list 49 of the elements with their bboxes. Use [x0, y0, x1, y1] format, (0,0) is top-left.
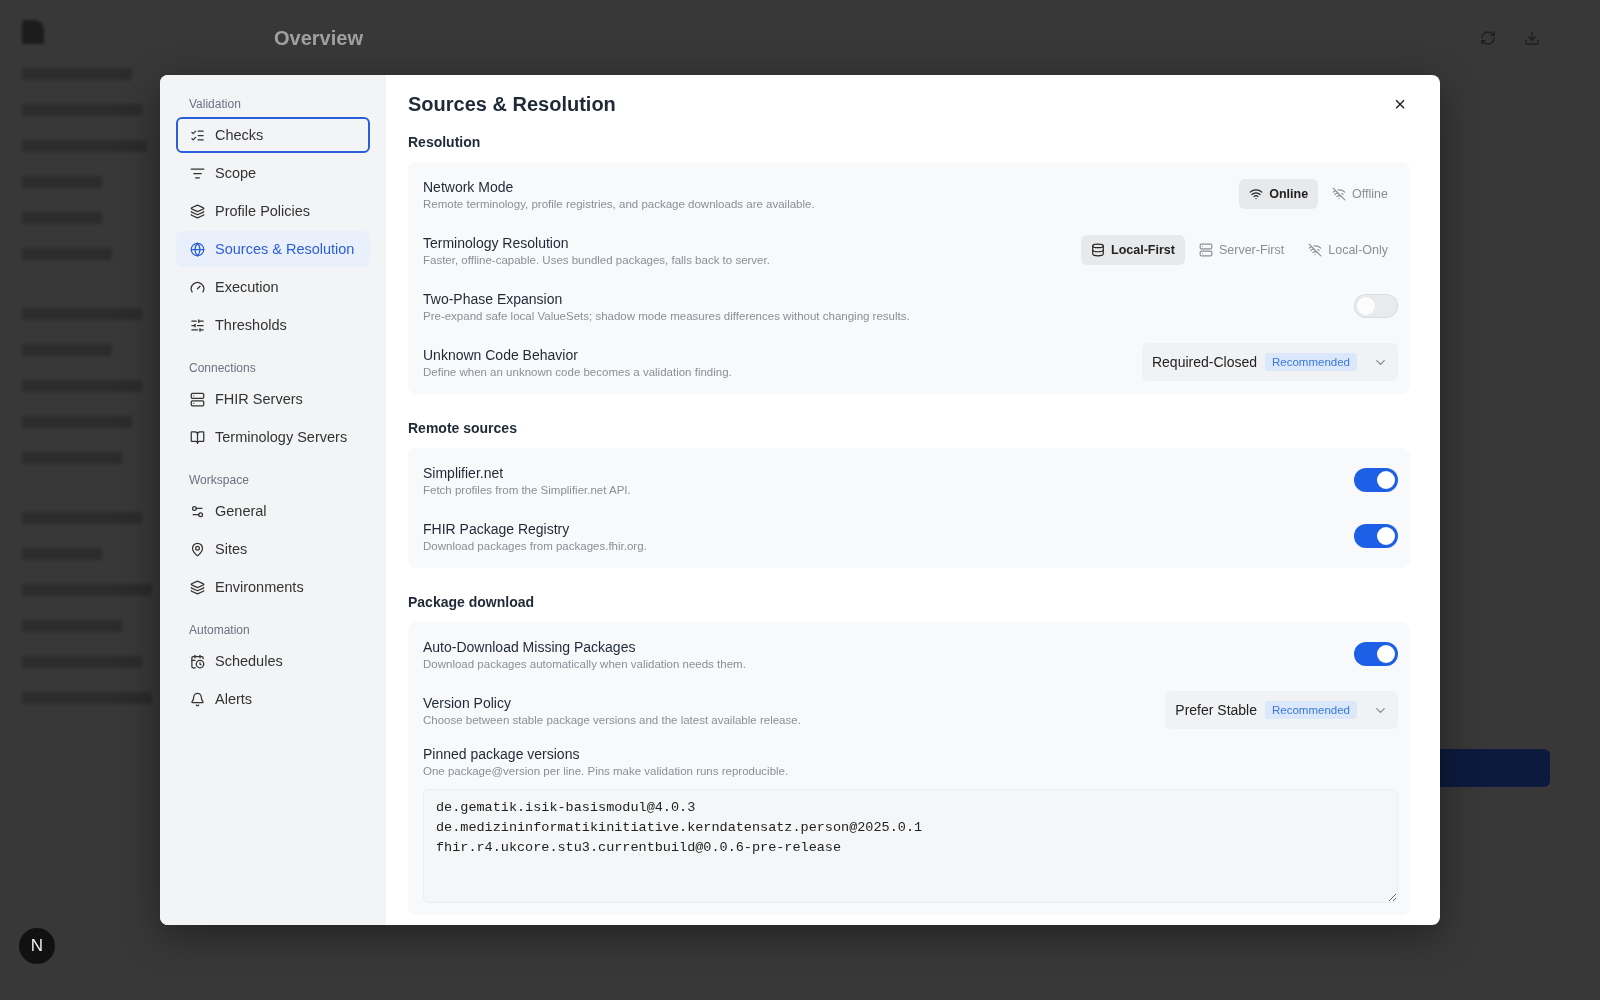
- nav-section-heading: Workspace: [188, 473, 250, 487]
- close-button[interactable]: ×: [1390, 93, 1410, 116]
- nav-item[interactable]: Sources & Resolution: [176, 231, 370, 267]
- setting-description: Choose between stable package versions and the latest available release.: [423, 713, 801, 726]
- setting-title: Network Mode: [423, 178, 515, 195]
- nav-item[interactable]: Checks: [176, 117, 370, 153]
- page-title: Overview: [274, 26, 363, 50]
- setting-title: Pinned package versions: [423, 746, 581, 762]
- setting-title: Two-Phase Expansion: [423, 290, 564, 307]
- setting-description: Fetch profiles from the Simplifier.net API.: [423, 483, 631, 496]
- setting-title: Unknown Code Behavior: [423, 346, 579, 363]
- dialog-title: Sources & Resolution: [408, 93, 616, 116]
- segment-option[interactable]: Online: [1239, 179, 1319, 209]
- nav-item[interactable]: Thresholds: [176, 307, 370, 343]
- section-heading: Resolution: [408, 134, 482, 150]
- segment-option[interactable]: Local-First: [1081, 235, 1185, 265]
- select-dropdown[interactable]: Prefer Stable Recommended: [1165, 691, 1398, 729]
- nav-item[interactable]: Sites: [176, 531, 370, 567]
- setting-description: Download packages from packages.fhir.org.: [423, 539, 647, 552]
- setting-title: Version Policy: [423, 694, 512, 711]
- nav-item[interactable]: Profile Policies: [176, 193, 370, 229]
- nav-item[interactable]: Alerts: [176, 681, 370, 717]
- section-heading: Remote sources: [408, 420, 518, 436]
- setting-description: Pre-expand safe local ValueSets; shadow mode measures differences without changing results.: [423, 309, 910, 322]
- setting-description: Download packages automatically when validation needs them.: [423, 657, 746, 670]
- nav-item[interactable]: Execution: [176, 269, 370, 305]
- setting-title: Terminology Resolution: [423, 234, 570, 251]
- setting-title: Simplifier.net: [423, 464, 505, 481]
- nav-item[interactable]: Scope: [176, 155, 370, 191]
- nav-section-heading: Validation: [188, 97, 242, 111]
- nav-section-heading: Connections: [188, 361, 257, 375]
- setting-description: Define when an unknown code becomes a validation finding.: [423, 365, 732, 378]
- nav-item[interactable]: Environments: [176, 569, 370, 605]
- nav-item[interactable]: Terminology Servers: [176, 419, 370, 455]
- recommended-badge: Recommended: [1265, 353, 1357, 371]
- setting-title: Auto-Download Missing Packages: [423, 638, 637, 655]
- select-dropdown[interactable]: Required-Closed Recommended: [1141, 343, 1398, 381]
- setting-description: Faster, offline-capable. Uses bundled packages, falls back to server.: [423, 253, 770, 266]
- setting-description: Remote terminology, profile registries, and package downloads are available.: [423, 197, 815, 210]
- section-heading: Package download: [408, 594, 536, 610]
- nav-section-heading: Automation: [188, 623, 251, 637]
- setting-description: One package@version per line. Pins make validation runs reproducible.: [423, 765, 790, 777]
- nav-item[interactable]: Schedules: [176, 643, 370, 679]
- pinned-versions-field[interactable]: de.gematik.isik-basismodul@4.0.3 de.medizininformatikinitiative.kerndatensatz.person@2025.0.1 fhir.r4.ukcore.stu3.currentbuild@0.0.6-pre-release: [423, 789, 1398, 903]
- nav-item[interactable]: FHIR Servers: [176, 381, 370, 417]
- recommended-badge: Recommended: [1265, 701, 1357, 719]
- nav-item[interactable]: General: [176, 493, 370, 529]
- user-avatar[interactable]: N: [19, 928, 55, 964]
- setting-title: FHIR Package Registry: [423, 520, 571, 537]
